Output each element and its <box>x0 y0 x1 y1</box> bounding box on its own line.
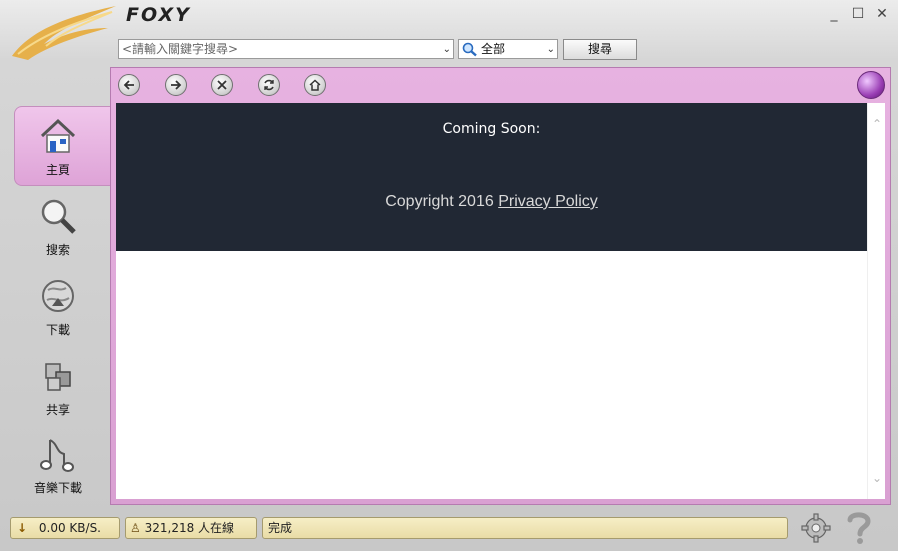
magnifier-icon <box>462 42 477 57</box>
music-note-icon <box>40 439 74 472</box>
sidebar-item-download[interactable]: 下載 <box>16 276 100 338</box>
copyright-text: Copyright 2016 <box>385 193 494 210</box>
home-icon <box>309 79 321 91</box>
sidebar-item-home[interactable]: 主頁 <box>16 116 100 178</box>
vertical-scrollbar[interactable]: ⌃ ⌄ <box>867 103 885 499</box>
window-controls: _ ☐ ✕ <box>826 6 890 22</box>
speed-text: 0.00 KB/S. <box>38 521 101 535</box>
speed-status: ↓ 0.00 KB/S. <box>10 517 120 539</box>
sidebar-item-share[interactable]: 共享 <box>16 356 100 418</box>
privacy-policy-link[interactable]: Privacy Policy <box>498 193 598 210</box>
help-icon[interactable] <box>842 510 876 546</box>
share-cubes-icon <box>45 363 71 391</box>
back-button[interactable] <box>118 74 140 96</box>
search-input[interactable]: <請輸入關鍵字搜尋> ⌄ <box>118 39 454 59</box>
sidebar-item-music[interactable]: 音樂下載 <box>16 434 100 496</box>
download-arrow-icon: ↓ <box>17 521 28 535</box>
forward-icon <box>171 80 182 90</box>
maximize-button[interactable]: ☐ <box>850 6 866 22</box>
stop-button[interactable] <box>211 74 233 96</box>
app-window: FOXY _ ☐ ✕ <請輸入關鍵字搜尋> ⌄ 全部 ⌄ 搜尋 主頁 搜索 下載… <box>0 0 898 551</box>
sidebar-item-label: 共享 <box>45 403 70 417</box>
web-content: Coming Soon: Copyright 2016 Privacy Poli… <box>116 103 867 499</box>
page-status: 完成 <box>262 517 788 539</box>
sidebar-item-label: 主頁 <box>45 163 70 177</box>
close-button[interactable]: ✕ <box>874 6 890 22</box>
foxy-logo-icon <box>12 6 116 60</box>
sidebar-item-search[interactable]: 搜索 <box>16 196 100 258</box>
gear-icon[interactable] <box>800 512 832 544</box>
globe-download-icon <box>42 280 74 312</box>
forward-button[interactable] <box>165 74 187 96</box>
sidebar-item-label: 搜索 <box>45 243 70 257</box>
category-select[interactable]: 全部 ⌄ <box>458 39 558 59</box>
category-value: 全部 <box>481 42 506 56</box>
sidebar-item-label: 音樂下載 <box>33 481 82 495</box>
house-icon <box>40 118 76 153</box>
status-text: 完成 <box>268 521 293 535</box>
minimize-button[interactable]: _ <box>826 6 842 22</box>
app-brand: FOXY <box>126 4 191 26</box>
copyright-line: Copyright 2016 Privacy Policy <box>116 193 867 211</box>
chevron-down-icon[interactable]: ⌄ <box>443 41 451 59</box>
users-icon: ♙ <box>130 521 141 535</box>
refresh-icon <box>264 79 274 91</box>
online-count: 321,218 人在線 <box>144 521 235 535</box>
sidebar-item-label: 下載 <box>45 323 70 337</box>
page-banner: Coming Soon: Copyright 2016 Privacy Poli… <box>116 103 867 251</box>
magnifier-icon <box>41 199 76 234</box>
online-status: ♙ 321,218 人在線 <box>125 517 257 539</box>
globe-icon[interactable] <box>857 71 885 99</box>
stop-icon <box>217 80 227 90</box>
back-icon <box>123 80 134 90</box>
chevron-up-icon[interactable]: ⌃ <box>870 117 884 131</box>
chevron-down-icon[interactable]: ⌄ <box>870 471 884 485</box>
home-button[interactable] <box>304 74 326 96</box>
search-placeholder: <請輸入關鍵字搜尋> <box>122 42 239 56</box>
coming-soon-text: Coming Soon: <box>442 121 541 137</box>
refresh-button[interactable] <box>258 74 280 96</box>
search-button[interactable]: 搜尋 <box>563 39 637 60</box>
chevron-down-icon[interactable]: ⌄ <box>547 41 555 59</box>
